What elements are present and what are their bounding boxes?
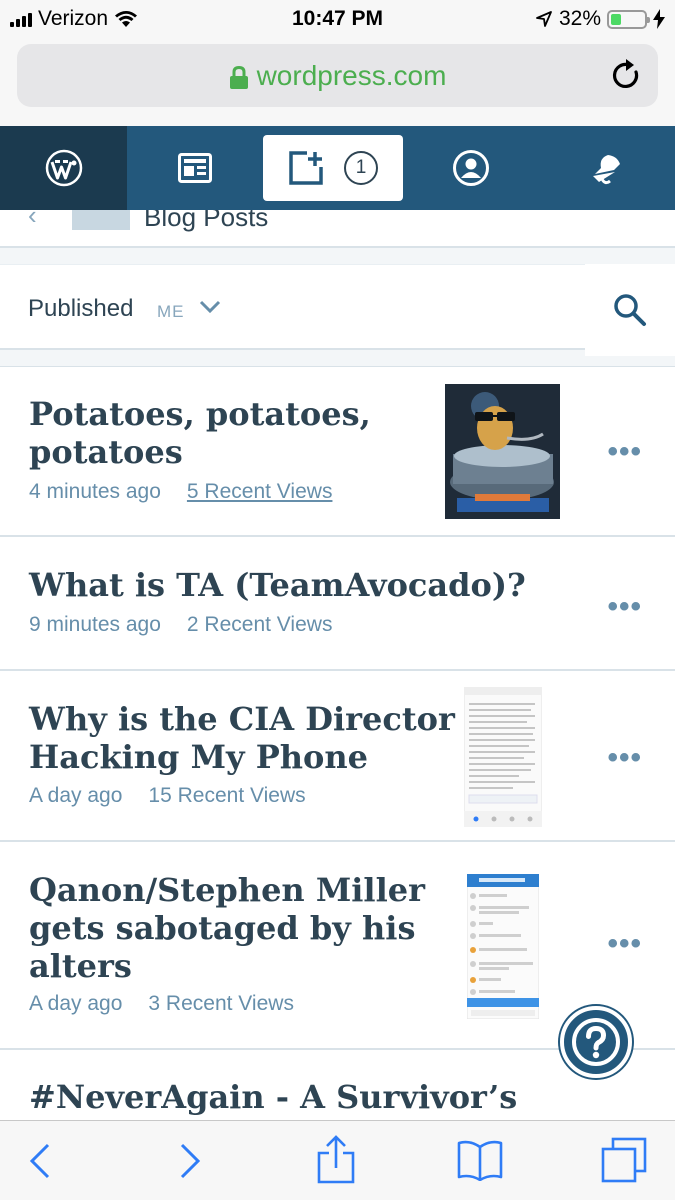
post-actions-more[interactable]: •••	[607, 741, 642, 775]
address-host: wordpress.com	[17, 60, 658, 92]
post-filter-bar: Published ME	[0, 264, 675, 356]
post-actions-more[interactable]: •••	[607, 435, 642, 469]
nav-notifications[interactable]	[539, 126, 675, 210]
list-item[interactable]: What is TA (TeamAvocado)? 9 minutes ago 2…	[0, 536, 675, 670]
wordpress-logo-icon	[45, 149, 82, 187]
share-icon[interactable]	[316, 1135, 356, 1185]
post-title-line: #NeverAgain - A Survivor’s	[29, 1078, 518, 1116]
host-label: wordpress.com	[256, 60, 447, 91]
post-views: 3 Recent Views	[148, 992, 294, 1015]
help-icon	[572, 1018, 620, 1066]
post-meta: A day ago 15 Recent Views	[29, 784, 306, 808]
list-item[interactable]: Potatoes, potatoes, potatoes 4 minutes a…	[0, 366, 675, 536]
post-time: 9 minutes ago	[29, 613, 161, 636]
post-title-line: Hacking My Phone	[29, 738, 369, 776]
post-thumbnail[interactable]	[464, 687, 542, 827]
post-title-line: What is TA (TeamAvocado)?	[29, 566, 526, 604]
post-meta: A day ago 3 Recent Views	[29, 992, 294, 1016]
post-views: 2 Recent Views	[186, 613, 333, 636]
lock-icon	[229, 65, 248, 89]
post-title-line: gets sabotaged by his	[29, 909, 416, 947]
post-actions-more[interactable]: •••	[607, 927, 642, 961]
address-bar[interactable]: wordpress.com	[17, 44, 658, 107]
post-views-link[interactable]: 5 Recent Views	[187, 480, 333, 503]
battery-icon	[607, 9, 650, 29]
back-chevron-icon[interactable]: ‹	[28, 210, 37, 231]
post-thumbnail[interactable]	[445, 384, 560, 519]
post-title-line: Qanon/Stephen Miller	[29, 871, 425, 909]
notifications-bell-icon	[593, 155, 620, 185]
nav-write[interactable]: 1	[263, 135, 403, 201]
post-time: 4 minutes ago	[29, 480, 161, 503]
new-post-icon	[289, 151, 323, 185]
battery-fill	[611, 13, 622, 25]
list-item[interactable]: Why is the CIA Director Hacking My Phone…	[0, 670, 675, 841]
post-title[interactable]: Potatoes, potatoes, potatoes	[29, 395, 371, 471]
profile-icon	[453, 150, 489, 186]
post-title[interactable]: Why is the CIA Director Hacking My Phone	[29, 700, 455, 776]
safari-bottom-toolbar	[0, 1120, 675, 1200]
author-filter[interactable]: ME	[157, 302, 185, 322]
location-arrow-icon	[536, 11, 552, 27]
forward-icon[interactable]	[178, 1141, 202, 1181]
site-icon	[72, 210, 130, 230]
post-actions-more[interactable]: •••	[607, 590, 642, 624]
status-filter[interactable]: Published	[28, 295, 133, 323]
drafts-badge: 1	[344, 151, 378, 185]
section-header: ‹ Blog Posts	[0, 210, 675, 248]
search-icon	[614, 294, 646, 326]
charging-bolt-icon	[653, 9, 665, 29]
status-bar: Verizon 10:47 PM 32%	[0, 0, 675, 38]
bookmarks-icon[interactable]	[456, 1139, 504, 1181]
post-title-line: alters	[29, 947, 132, 985]
post-thumbnail[interactable]	[467, 874, 539, 1019]
reload-icon[interactable]	[612, 58, 642, 92]
nav-reader[interactable]	[127, 126, 263, 210]
masterbar: 1	[0, 126, 675, 210]
browser-toolbar: wordpress.com	[0, 38, 675, 126]
battery-percent: 32%	[558, 7, 601, 30]
nav-my-sites[interactable]	[0, 126, 127, 210]
post-title-line: Potatoes, potatoes,	[29, 395, 371, 433]
chevron-down-icon[interactable]	[199, 299, 221, 315]
post-title[interactable]: Qanon/Stephen Miller gets sabotaged by h…	[29, 871, 425, 985]
post-meta: 4 minutes ago 5 Recent Views	[29, 480, 332, 504]
help-button[interactable]	[560, 1006, 632, 1078]
post-time: A day ago	[29, 784, 123, 807]
page-title: Blog Posts	[144, 210, 269, 232]
back-icon[interactable]	[28, 1141, 52, 1181]
post-views: 15 Recent Views	[148, 784, 306, 807]
status-right: 32%	[535, 7, 665, 31]
post-time: A day ago	[29, 992, 123, 1015]
post-meta: 9 minutes ago 2 Recent Views	[29, 613, 332, 637]
tabs-icon[interactable]	[601, 1137, 647, 1183]
post-title-line: Why is the CIA Director	[29, 700, 455, 738]
reader-icon	[178, 153, 212, 183]
nav-profile[interactable]	[403, 126, 539, 210]
post-title-line: potatoes	[29, 433, 183, 471]
post-title[interactable]: What is TA (TeamAvocado)?	[29, 566, 526, 604]
post-title[interactable]: #NeverAgain - A Survivor’s	[29, 1078, 517, 1116]
search-button[interactable]	[585, 264, 675, 356]
